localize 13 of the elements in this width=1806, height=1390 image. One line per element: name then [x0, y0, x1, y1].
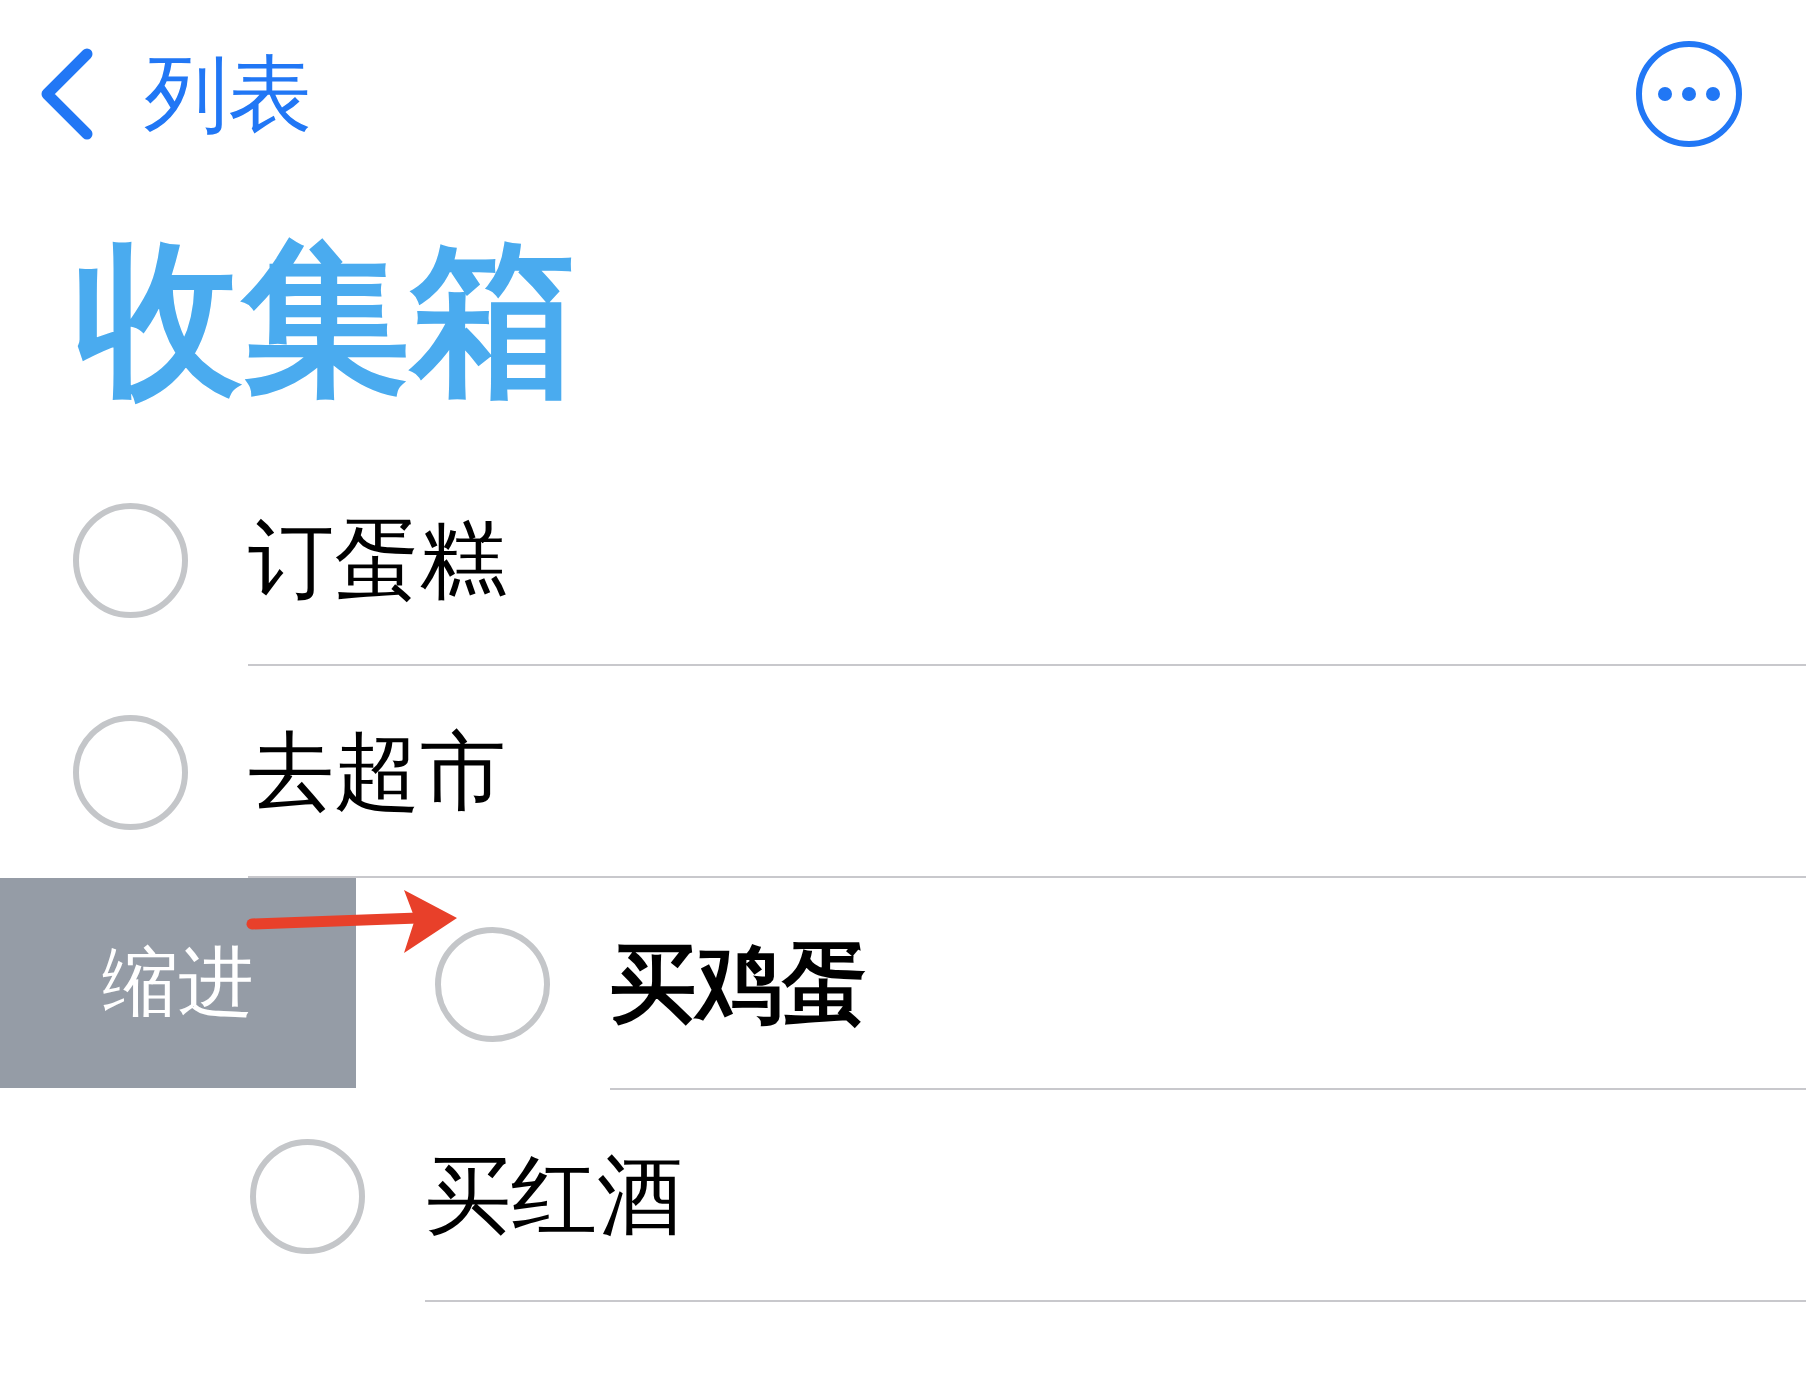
checkbox[interactable] [73, 502, 188, 618]
checkbox[interactable] [250, 1138, 365, 1254]
reminder-title: 买红酒 [425, 1152, 683, 1238]
reminder-title: 买鸡蛋 [610, 940, 868, 1026]
reminder-title: 去超市 [248, 728, 506, 814]
list-title: 收集箱 [73, 235, 578, 403]
more-icon [1636, 41, 1742, 147]
reminder-title: 订蛋糕 [248, 516, 506, 602]
chevron-left-icon [40, 48, 94, 140]
more-button[interactable] [1636, 41, 1742, 147]
checkbox[interactable] [73, 714, 188, 830]
back-button[interactable]: 列表 [40, 48, 312, 140]
indent-button[interactable]: 缩进 [0, 878, 356, 1088]
